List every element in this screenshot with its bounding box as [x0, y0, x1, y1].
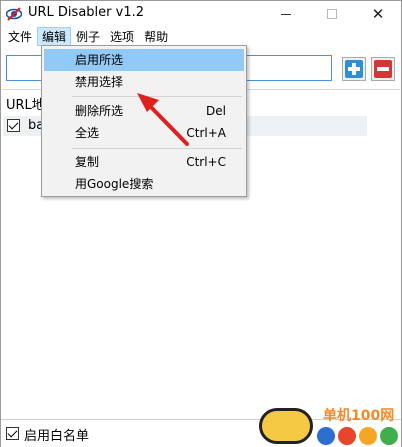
plus-icon — [345, 60, 363, 78]
whitelist-label[interactable]: 启用白名单 — [24, 425, 89, 444]
menu-bar: 文件 编辑 例子 选项 帮助 — [1, 27, 401, 46]
menu-examples[interactable]: 例子 — [71, 27, 105, 46]
minimize-icon — [281, 13, 291, 15]
menu-item-shortcut: Del — [206, 104, 226, 118]
close-button[interactable]: ✕ — [355, 1, 401, 27]
watermark-logo-icon — [259, 408, 313, 444]
title-bar: URL Disabler v1.2 ✕ — [1, 1, 401, 27]
add-url-button[interactable] — [342, 57, 366, 81]
remove-url-button[interactable] — [371, 57, 395, 81]
browser-icon — [338, 427, 356, 445]
watermark-text: 单机100网 — [323, 408, 395, 424]
eye-app-icon — [6, 7, 22, 21]
menu-item-delete-selected[interactable]: 删除所选 Del — [44, 100, 244, 122]
menu-item-label: 启用所选 — [75, 53, 124, 67]
edit-menu-dropdown: 启用所选 禁用选择 删除所选 Del 全选 Ctrl+A 复制 Ctrl+C 用… — [41, 45, 247, 197]
menu-item-google-search[interactable]: 用Google搜索 — [44, 173, 244, 195]
menu-item-label: 复制 — [75, 155, 100, 169]
url-column-header[interactable]: URL地 — [6, 94, 45, 113]
whitelist-checkbox[interactable] — [6, 427, 19, 440]
watermark: 单机100网 — [257, 405, 402, 447]
menu-item-copy[interactable]: 复制 Ctrl+C — [44, 151, 244, 173]
browser-icon — [380, 427, 398, 445]
menu-help[interactable]: 帮助 — [139, 27, 173, 46]
menu-separator — [72, 96, 242, 97]
menu-item-label: 全选 — [75, 126, 100, 140]
menu-file[interactable]: 文件 — [3, 27, 37, 46]
window-title: URL Disabler v1.2 — [28, 5, 144, 20]
watermark-browser-icons — [317, 427, 398, 445]
minimize-button[interactable] — [263, 1, 309, 27]
menu-edit[interactable]: 编辑 — [37, 27, 72, 46]
menu-options[interactable]: 选项 — [105, 27, 139, 46]
menu-item-label: 禁用选择 — [75, 75, 124, 89]
menu-item-shortcut: Ctrl+A — [186, 126, 226, 140]
menu-separator — [72, 148, 242, 149]
row-checkbox[interactable] — [7, 119, 20, 132]
menu-item-shortcut: Ctrl+C — [186, 155, 226, 169]
menu-item-disable-selected[interactable]: 禁用选择 — [44, 71, 244, 93]
menu-item-label: 删除所选 — [75, 104, 124, 118]
menu-item-enable-selected[interactable]: 启用所选 — [44, 49, 244, 71]
browser-icon — [317, 427, 335, 445]
minus-icon — [374, 60, 392, 78]
maximize-icon — [327, 9, 337, 19]
menu-item-select-all[interactable]: 全选 Ctrl+A — [44, 122, 244, 144]
app-window: URL Disabler v1.2 ✕ 文件 编辑 例子 选项 帮助 URL地 … — [0, 0, 402, 447]
close-icon: ✕ — [371, 4, 385, 23]
menu-item-label: 用Google搜索 — [75, 177, 154, 191]
browser-icon — [359, 427, 377, 445]
maximize-button[interactable] — [309, 1, 355, 27]
